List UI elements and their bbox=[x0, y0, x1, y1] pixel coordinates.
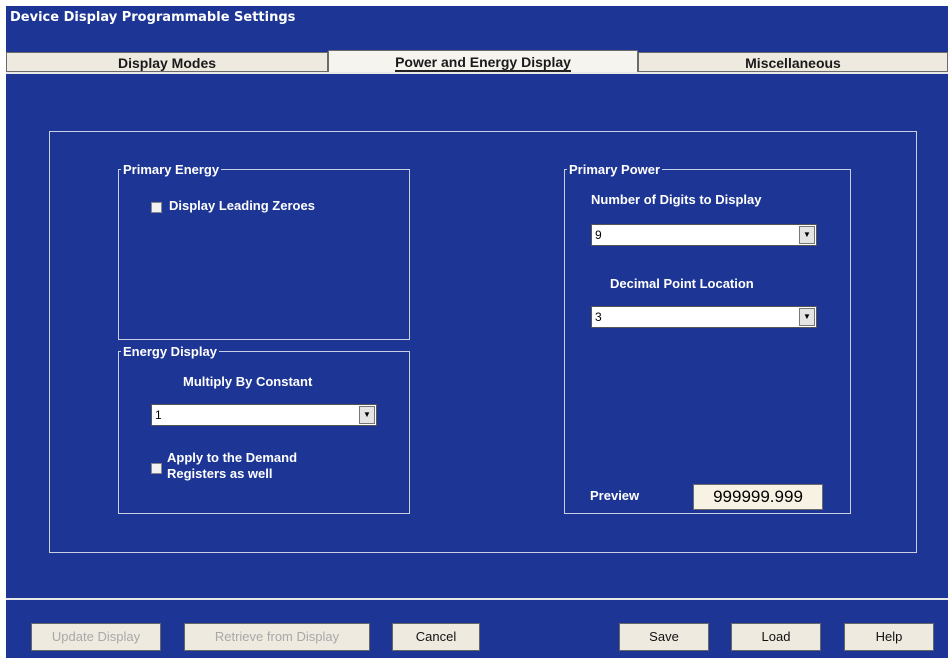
energy-display-group: Energy Display bbox=[118, 344, 410, 514]
save-button[interactable]: Save bbox=[619, 623, 709, 651]
tab-display-modes[interactable]: Display Modes bbox=[6, 52, 328, 72]
tab-power-and-energy-display[interactable]: Power and Energy Display bbox=[328, 50, 638, 74]
apply-demand-label-line1: Apply to the Demand bbox=[167, 450, 298, 465]
multiply-by-constant-label: Multiply By Constant bbox=[183, 374, 313, 389]
preview-display: 999999.999 bbox=[693, 484, 823, 510]
tab-label: Miscellaneous bbox=[745, 55, 841, 71]
tab-label: Display Modes bbox=[117, 55, 217, 71]
retrieve-from-display-button[interactable]: Retrieve from Display bbox=[184, 623, 370, 651]
digits-to-display-select[interactable]: 9 ▼ bbox=[591, 224, 817, 246]
apply-demand-registers-checkbox[interactable] bbox=[151, 463, 162, 474]
tab-strip: Display Modes Power and Energy Display M… bbox=[6, 30, 948, 74]
multiply-constant-select[interactable]: 1 ▼ bbox=[151, 404, 377, 426]
chevron-down-icon[interactable]: ▼ bbox=[359, 406, 375, 424]
update-display-button[interactable]: Update Display bbox=[31, 623, 161, 651]
load-button[interactable]: Load bbox=[731, 623, 821, 651]
bottom-separator bbox=[6, 598, 948, 600]
settings-window: Device Display Programmable Settings Dis… bbox=[6, 6, 948, 658]
window-title: Device Display Programmable Settings bbox=[6, 6, 948, 30]
primary-energy-legend: Primary Energy bbox=[123, 162, 220, 177]
multiply-constant-value: 1 bbox=[155, 408, 162, 422]
apply-demand-label-line2: Registers as well bbox=[167, 466, 273, 481]
tab-miscellaneous[interactable]: Miscellaneous bbox=[638, 52, 948, 72]
decimal-point-location-select[interactable]: 3 ▼ bbox=[591, 306, 817, 328]
energy-display-legend: Energy Display bbox=[123, 344, 217, 359]
digits-to-display-value: 9 bbox=[595, 228, 602, 242]
decimal-point-location-label: Decimal Point Location bbox=[610, 276, 754, 291]
decimal-point-location-value: 3 bbox=[595, 310, 602, 324]
preview-label: Preview bbox=[590, 488, 640, 503]
chevron-down-icon[interactable]: ▼ bbox=[799, 226, 815, 244]
display-leading-zeroes-checkbox[interactable] bbox=[151, 202, 162, 213]
help-button[interactable]: Help bbox=[844, 623, 934, 651]
chevron-down-icon[interactable]: ▼ bbox=[799, 308, 815, 326]
cancel-button[interactable]: Cancel bbox=[392, 623, 480, 651]
primary-power-group: Primary Power bbox=[564, 162, 851, 514]
primary-energy-group: Primary Energy bbox=[118, 162, 410, 340]
display-leading-zeroes-label: Display Leading Zeroes bbox=[169, 198, 315, 213]
digits-to-display-label: Number of Digits to Display bbox=[591, 192, 762, 207]
primary-power-legend: Primary Power bbox=[569, 162, 661, 177]
tab-label: Power and Energy Display bbox=[395, 54, 571, 72]
